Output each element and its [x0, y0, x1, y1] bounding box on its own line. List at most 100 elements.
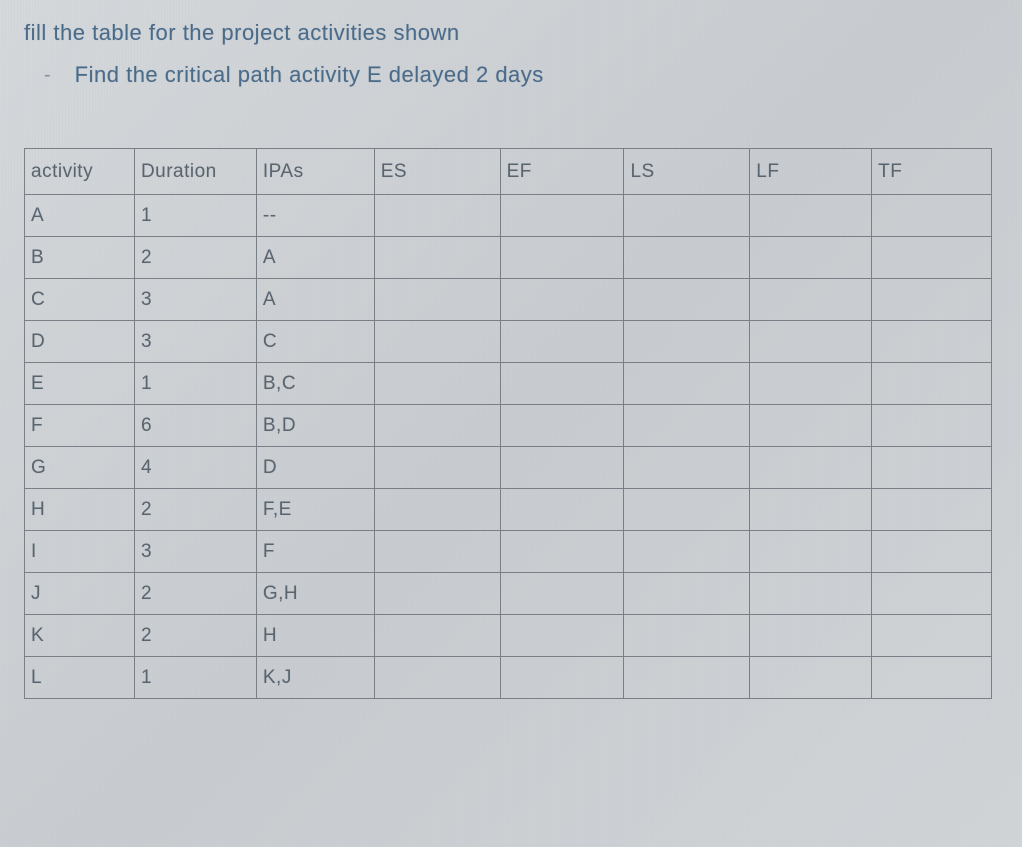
cell-es	[374, 615, 500, 657]
cell-duration: 2	[134, 573, 256, 615]
cell-ls	[624, 489, 750, 531]
cell-lf	[750, 363, 872, 405]
cell-ef	[500, 615, 624, 657]
cell-tf	[872, 237, 992, 279]
cell-duration: 4	[134, 447, 256, 489]
cell-es	[374, 195, 500, 237]
cell-ipas: K,J	[256, 657, 374, 699]
cell-duration: 2	[134, 489, 256, 531]
cell-es	[374, 447, 500, 489]
cell-ls	[624, 195, 750, 237]
cell-ls	[624, 531, 750, 573]
cell-ef	[500, 489, 624, 531]
cell-ls	[624, 405, 750, 447]
cell-duration: 3	[134, 531, 256, 573]
cell-es	[374, 321, 500, 363]
table-row: A1--	[25, 195, 992, 237]
cell-activity: J	[25, 573, 135, 615]
cell-duration: 6	[134, 405, 256, 447]
cell-lf	[750, 489, 872, 531]
cell-duration: 1	[134, 363, 256, 405]
header-ipas: IPAs	[256, 149, 374, 195]
table-row: B2A	[25, 237, 992, 279]
cell-activity: I	[25, 531, 135, 573]
cell-tf	[872, 447, 992, 489]
cell-es	[374, 237, 500, 279]
cell-tf	[872, 573, 992, 615]
cell-duration: 2	[134, 615, 256, 657]
cell-activity: H	[25, 489, 135, 531]
table-row: I3F	[25, 531, 992, 573]
cell-activity: A	[25, 195, 135, 237]
cell-duration: 3	[134, 279, 256, 321]
cell-es	[374, 405, 500, 447]
header-lf: LF	[750, 149, 872, 195]
cell-ef	[500, 237, 624, 279]
header-tf: TF	[872, 149, 992, 195]
activity-table-container: activity Duration IPAs ES EF LS LF TF A1…	[24, 148, 998, 699]
cell-activity: C	[25, 279, 135, 321]
cell-ls	[624, 237, 750, 279]
table-row: L1K,J	[25, 657, 992, 699]
cell-ls	[624, 657, 750, 699]
cell-activity: L	[25, 657, 135, 699]
cell-ef	[500, 573, 624, 615]
cell-tf	[872, 321, 992, 363]
cell-lf	[750, 195, 872, 237]
cell-activity: G	[25, 447, 135, 489]
header-es: ES	[374, 149, 500, 195]
cell-tf	[872, 489, 992, 531]
header-duration: Duration	[134, 149, 256, 195]
cell-ef	[500, 321, 624, 363]
cell-lf	[750, 657, 872, 699]
cell-tf	[872, 531, 992, 573]
cell-ls	[624, 363, 750, 405]
cell-ipas: D	[256, 447, 374, 489]
cell-ls	[624, 573, 750, 615]
cell-ipas: A	[256, 279, 374, 321]
header-ef: EF	[500, 149, 624, 195]
cell-tf	[872, 195, 992, 237]
instruction-text-1: fill the table for the project activitie…	[24, 20, 998, 46]
cell-activity: B	[25, 237, 135, 279]
header-activity: activity	[25, 149, 135, 195]
cell-es	[374, 573, 500, 615]
table-row: J2G,H	[25, 573, 992, 615]
activity-table: activity Duration IPAs ES EF LS LF TF A1…	[24, 148, 992, 699]
table-row: F6B,D	[25, 405, 992, 447]
instruction-text-2: Find the critical path activity E delaye…	[75, 62, 544, 88]
cell-ls	[624, 321, 750, 363]
table-row: H2F,E	[25, 489, 992, 531]
cell-es	[374, 279, 500, 321]
cell-tf	[872, 363, 992, 405]
cell-es	[374, 657, 500, 699]
cell-tf	[872, 405, 992, 447]
table-header-row: activity Duration IPAs ES EF LS LF TF	[25, 149, 992, 195]
cell-ls	[624, 447, 750, 489]
cell-es	[374, 489, 500, 531]
cell-ef	[500, 279, 624, 321]
header-ls: LS	[624, 149, 750, 195]
cell-ipas: --	[256, 195, 374, 237]
cell-ls	[624, 279, 750, 321]
cell-lf	[750, 573, 872, 615]
cell-activity: E	[25, 363, 135, 405]
table-row: G4D	[25, 447, 992, 489]
cell-lf	[750, 279, 872, 321]
cell-lf	[750, 321, 872, 363]
cell-duration: 3	[134, 321, 256, 363]
cell-ef	[500, 363, 624, 405]
cell-duration: 1	[134, 195, 256, 237]
cell-es	[374, 363, 500, 405]
cell-tf	[872, 657, 992, 699]
cell-lf	[750, 447, 872, 489]
table-row: C3A	[25, 279, 992, 321]
cell-ef	[500, 405, 624, 447]
cell-ef	[500, 447, 624, 489]
instruction-row-2: - Find the critical path activity E dela…	[24, 62, 998, 88]
cell-activity: F	[25, 405, 135, 447]
cell-ipas: B,D	[256, 405, 374, 447]
cell-tf	[872, 615, 992, 657]
cell-ipas: A	[256, 237, 374, 279]
cell-ef	[500, 531, 624, 573]
